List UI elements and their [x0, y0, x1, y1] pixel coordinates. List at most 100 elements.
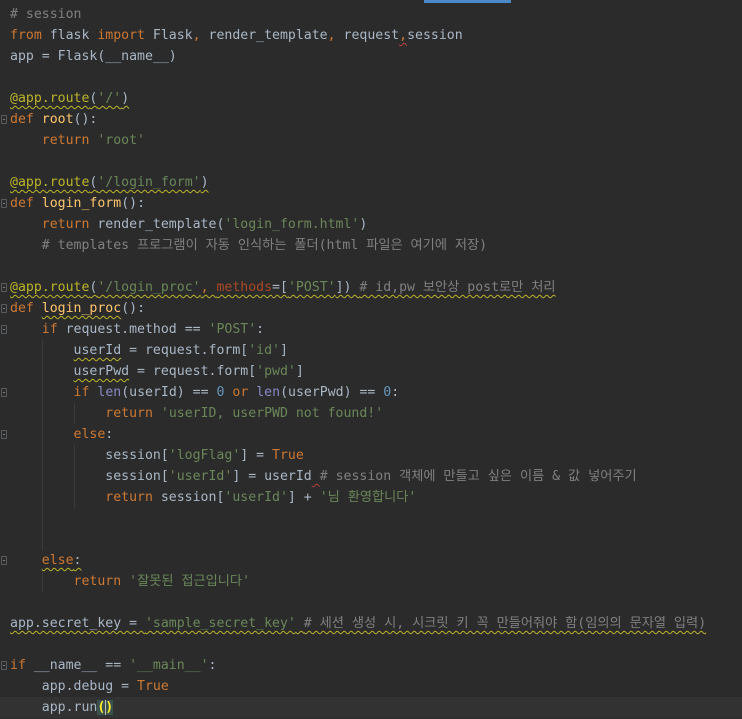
code-line[interactable] [0, 529, 742, 550]
code-line[interactable]: app.secret_key = 'sample_secret_key' # 세… [0, 613, 742, 634]
code-line[interactable]: @app.route('/login_proc', methods=['POST… [0, 277, 742, 298]
code-line[interactable] [0, 508, 742, 529]
code-token: from [10, 28, 42, 43]
code-token: userPwd [73, 364, 130, 379]
code-line-text: if len(userId) == 0 or len(userPwd) == 0… [10, 382, 400, 403]
code-line-text: app.secret_key = 'sample_secret_key' # 세… [10, 613, 706, 634]
code-line[interactable]: return '잘못된 접근입니다' [0, 571, 742, 592]
code-token: if [41, 322, 58, 337]
code-line[interactable]: @app.route('/login_form') [0, 172, 742, 193]
code-token: = request.form[ [121, 343, 249, 358]
code-line[interactable]: return 'userID, userPWD not found!' [0, 403, 742, 424]
fold-toggle-icon[interactable] [1, 661, 7, 670]
code-line[interactable]: if request.method == 'POST': [0, 319, 742, 340]
code-line-text: app.debug = True [10, 676, 169, 697]
indent-guide [41, 508, 43, 529]
code-token: session[ [10, 448, 169, 463]
code-token: return [73, 574, 122, 589]
code-line[interactable]: app.debug = True [0, 676, 742, 697]
code-token: (userId) == [121, 385, 217, 400]
code-token: if [10, 658, 26, 673]
code-token: root [41, 112, 74, 127]
code-line[interactable]: else: [0, 550, 742, 571]
code-line[interactable]: session['logFlag'] = True [0, 445, 742, 466]
code-line[interactable] [0, 592, 742, 613]
fold-toggle-icon[interactable] [1, 430, 7, 439]
code-token: return [105, 406, 153, 421]
fold-toggle-icon[interactable] [1, 325, 7, 334]
code-token: ) [121, 91, 130, 106]
code-token: flask [41, 28, 98, 43]
code-token: render_template [200, 28, 328, 43]
fold-toggle-icon[interactable] [1, 388, 7, 397]
code-line[interactable]: userPwd = request.form['pwd'] [0, 361, 742, 382]
code-line-text: else: [10, 550, 82, 571]
code-line-text: return 'userID, userPWD not found!' [10, 403, 383, 424]
code-line[interactable]: else: [0, 424, 742, 445]
code-token: session[ [152, 490, 225, 505]
code-line[interactable]: from flask import Flask, render_template… [0, 25, 742, 46]
code-line[interactable] [0, 67, 742, 88]
code-token: 'logFlag' [168, 448, 241, 463]
fold-toggle-icon[interactable] [1, 283, 7, 292]
code-line[interactable]: # templates 프로그램이 자동 인식하는 폴더(html 파일은 여기… [0, 235, 742, 256]
code-line[interactable] [0, 151, 742, 172]
code-token: login_form [41, 196, 122, 211]
code-line[interactable]: def root(): [0, 109, 742, 130]
code-line[interactable]: @app.route('/') [0, 88, 742, 109]
code-token: request.method == [57, 322, 209, 337]
code-token: if [73, 385, 90, 400]
code-token: : [256, 322, 265, 337]
code-line-text: from flask import Flask, render_template… [10, 25, 463, 46]
code-token: login_proc [41, 301, 122, 316]
code-line[interactable]: if __name__ == '__main__': [0, 655, 742, 676]
code-line[interactable]: def login_form(): [0, 193, 742, 214]
text-caret [105, 700, 107, 715]
code-line[interactable]: def login_proc(): [0, 298, 742, 319]
code-token: 'userId' [224, 490, 288, 505]
code-line[interactable]: return render_template('login_form.html'… [0, 214, 742, 235]
code-token: render_template( [89, 217, 225, 232]
code-line-text: def login_form(): [10, 193, 145, 214]
fold-toggle-icon[interactable] [1, 199, 7, 208]
code-line[interactable]: app.run() [0, 697, 742, 718]
indent-guide [41, 529, 43, 550]
code-line[interactable]: app = Flask(__name__) [0, 46, 742, 67]
code-line-text: return render_template('login_form.html'… [10, 214, 368, 235]
code-token: ) [200, 175, 209, 190]
code-line[interactable]: userId = request.form['id'] [0, 340, 742, 361]
code-editor[interactable]: # session from flask import Flask, render… [0, 0, 742, 719]
code-token: len [97, 385, 122, 400]
code-line-text: app = Flask(__name__) [10, 46, 177, 67]
editor-scroll-marker[interactable] [424, 0, 511, 3]
code-token: , [327, 28, 336, 43]
code-line[interactable]: session['userId'] = userId # session 객체에… [0, 466, 742, 487]
fold-toggle-icon[interactable] [1, 115, 7, 124]
code-token: @app.route [10, 91, 90, 106]
code-area[interactable]: # session from flask import Flask, render… [0, 4, 742, 718]
code-line[interactable]: return 'root' [0, 130, 742, 151]
code-line-text: if __name__ == '__main__': [10, 655, 216, 676]
code-line-text: session['logFlag'] = True [10, 445, 304, 466]
code-token: (): [121, 301, 146, 316]
fold-toggle-icon[interactable] [1, 556, 7, 565]
code-token: ]) [335, 280, 360, 295]
code-line[interactable]: return session['userId'] + '님 환영합니다' [0, 487, 742, 508]
code-line[interactable] [0, 256, 742, 277]
code-line[interactable] [0, 634, 742, 655]
code-line[interactable]: # session [0, 4, 742, 25]
fold-toggle-icon[interactable] [1, 304, 7, 313]
code-line[interactable]: if len(userId) == 0 or len(userPwd) == 0… [0, 382, 742, 403]
code-token: # session [10, 7, 82, 22]
code-token: app = Flask(__name__) [10, 49, 177, 64]
code-token: : [73, 553, 82, 568]
